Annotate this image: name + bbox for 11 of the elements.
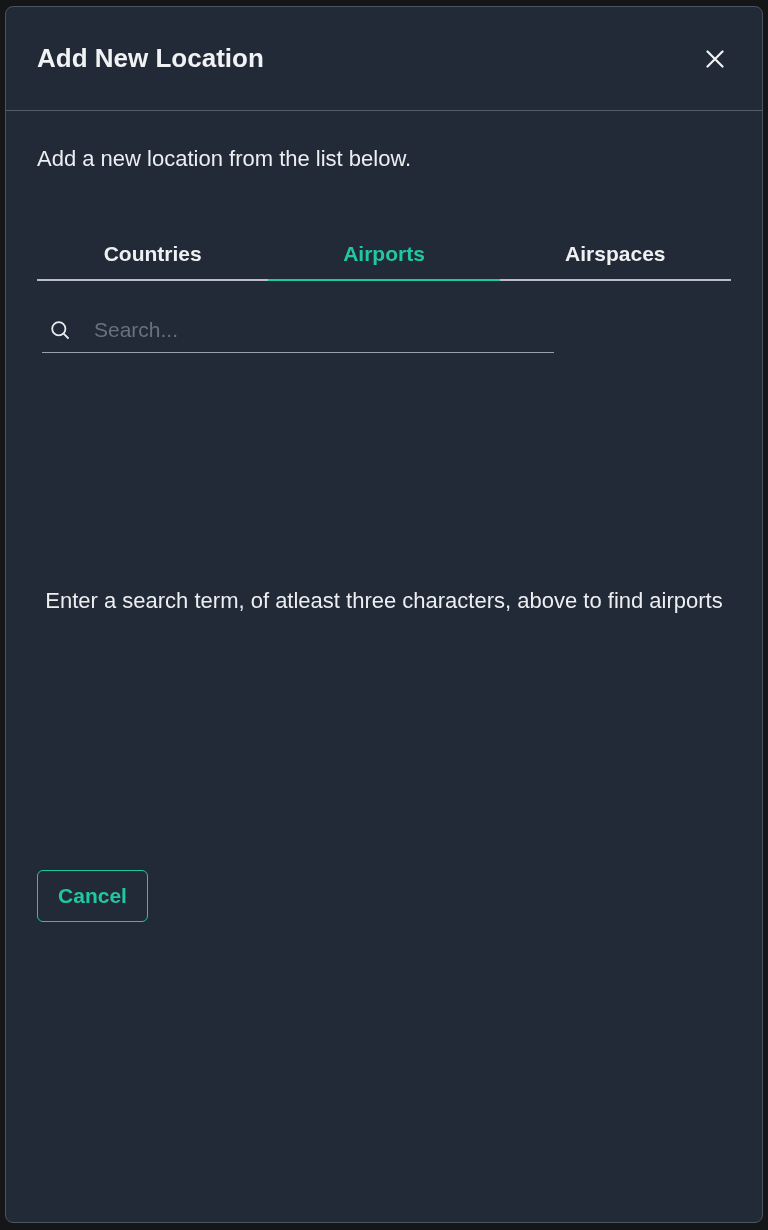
- search-field[interactable]: Search...: [42, 307, 554, 353]
- cancel-button[interactable]: Cancel: [37, 870, 148, 922]
- search-icon: [51, 321, 69, 339]
- close-button[interactable]: [706, 49, 724, 68]
- tab[interactable]: Countries: [37, 242, 269, 281]
- close-icon: [706, 49, 724, 68]
- tab[interactable]: Airspaces: [499, 242, 731, 281]
- dialog-description: Add a new location from the list below.: [37, 147, 413, 171]
- dialog-title: Add New Location: [37, 43, 264, 74]
- tab[interactable]: Airports: [268, 242, 500, 281]
- empty-state-message: Enter a search term, of atleast three characters, above to find airports: [44, 588, 724, 614]
